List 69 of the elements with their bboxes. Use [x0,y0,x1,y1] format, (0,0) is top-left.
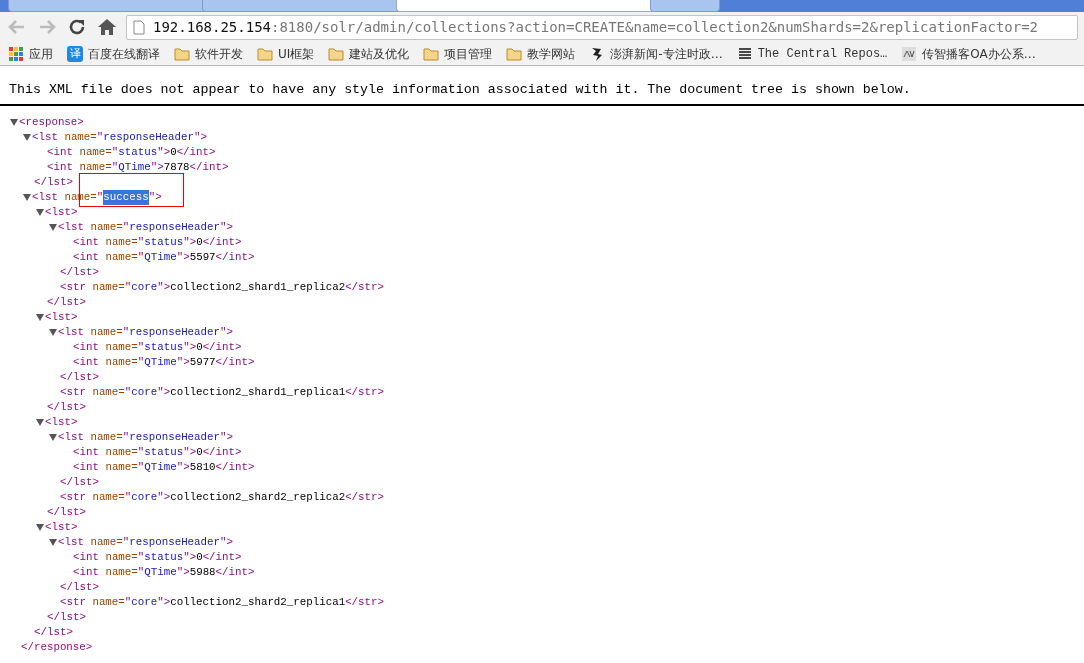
xml-line: <str name="core">collection2_shard1_replica1</str> [60,384,386,400]
site-icon [901,45,918,62]
xml-line: <lst name="responseHeader"> [48,219,1084,235]
bookmark[interactable]: 教学网站 [506,44,576,63]
xml-line: <int name="status">0</int> [47,144,217,160]
xml-line: <lst name="responseHeader"> [48,429,1084,445]
xml-line: </lst> [46,609,87,625]
xml-line: </lst> [46,399,87,415]
xml-line: <response> [9,114,1084,130]
collapse-triangle-icon[interactable] [48,327,58,338]
xml-line: <int name="status">0</int> [73,234,243,250]
xml-line: <int name="QTime">5988</int> [73,564,256,580]
xml-line: </lst> [33,624,74,640]
xml-line: <int name="QTime">5977</int> [73,354,256,370]
folder-icon [506,46,523,61]
xml-line: <lst> [35,519,1084,535]
folder-icon [423,46,440,61]
bookmark[interactable]: 传智播客OA办公系… [901,44,1036,63]
bookmark[interactable]: 澎湃新闻-专注时政… [589,44,723,63]
collapse-triangle-icon[interactable] [35,522,45,533]
xml-line: <lst name="responseHeader"> [48,324,1084,340]
address-bar[interactable]: 192.168.25.154:8180/solr/admin/collections?action=CREATE&name=collection2&numShards=2&replicationFactor=2 [126,14,1078,40]
xml-line: <int name="status">0</int> [73,549,243,565]
translate-icon: 译 [67,45,83,62]
xml-line: </lst> [33,174,74,190]
xml-line: <int name="QTime">5810</int> [73,459,256,475]
bookmark[interactable]: 应用 [8,44,53,63]
xml-line: <lst> [35,414,1084,430]
xml-line: <lst name="responseHeader"> [22,129,1084,145]
bookmark[interactable]: The Central Repos… [736,44,888,63]
bookmark[interactable]: 译 百度在线翻译 [67,44,160,63]
folder-icon [174,46,190,61]
apps-grid-icon [8,45,24,62]
folder-icon [257,46,273,61]
collapse-triangle-icon[interactable] [35,312,45,323]
xml-line: </lst> [46,504,87,520]
bookmark[interactable]: 软件开发 [174,44,243,63]
collapse-triangle-icon[interactable] [48,222,58,233]
xml-line: <lst name="responseHeader"> [48,534,1084,550]
bookmark[interactable]: 项目管理 [423,44,493,63]
xml-line: <int name="QTime">7878</int> [47,159,230,175]
bookmark[interactable]: UI框架 [257,44,315,63]
xml-line: <int name="status">0</int> [73,444,243,460]
xml-line: <str name="core">collection2_shard2_replica2</str> [60,489,386,505]
collapse-triangle-icon[interactable] [35,417,45,428]
xml-line: <int name="QTime">5597</int> [73,249,256,265]
collapse-triangle-icon[interactable] [22,132,32,143]
collapse-triangle-icon[interactable] [48,537,58,548]
collapse-triangle-icon[interactable] [35,207,45,218]
lines-icon [736,45,753,62]
info-message: This XML file does not appear to have any style information associated with it. The document tree is shown below. [0,66,1084,106]
xml-line: </lst> [46,294,87,310]
xml-line: <lst> [35,309,1084,325]
home-icon[interactable] [96,16,118,38]
xml-line: </lst> [59,474,100,490]
xml-line: <int name="status">0</int> [73,339,243,355]
xml-line: </lst> [59,369,100,385]
xml-line: </lst> [59,264,100,280]
xml-line: </lst> [59,579,100,595]
collapse-triangle-icon[interactable] [22,192,32,203]
collapse-triangle-icon[interactable] [9,117,19,128]
bookmark[interactable]: 建站及优化 [328,44,410,63]
page-icon [133,19,145,35]
folder-icon [328,46,345,61]
collapse-triangle-icon[interactable] [48,432,58,443]
xml-line: <str name="core">collection2_shard2_replica1</str> [60,594,386,610]
xml-line: <lst> [35,204,1084,220]
xml-line: <str name="core">collection2_shard1_replica2</str> [60,279,386,295]
xml-line: </response> [20,639,94,655]
